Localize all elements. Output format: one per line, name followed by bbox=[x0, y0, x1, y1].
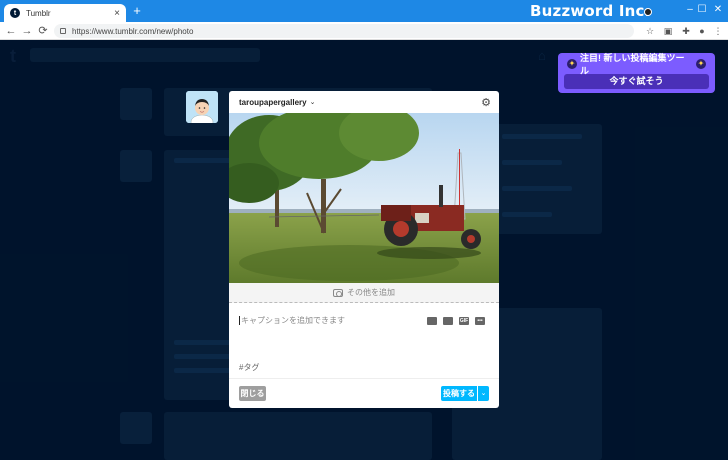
blog-avatar[interactable] bbox=[186, 91, 218, 123]
gear-icon[interactable]: ⚙ bbox=[481, 96, 491, 109]
post-options-chevron-icon[interactable]: ⌄ bbox=[478, 386, 489, 401]
post-button[interactable]: 投稿する bbox=[441, 386, 477, 401]
sparkle-icon: ✦ bbox=[567, 59, 577, 69]
caption-input[interactable]: キャプションを追加できます bbox=[239, 315, 345, 326]
tumblr-favicon-icon: t bbox=[10, 8, 20, 18]
image-icon[interactable] bbox=[427, 317, 437, 325]
camera-icon bbox=[333, 288, 343, 297]
close-window-button[interactable]: ✕ bbox=[708, 3, 728, 17]
add-more-label: その他を追加 bbox=[347, 288, 395, 297]
add-more-media-button[interactable]: その他を追加 bbox=[229, 283, 499, 303]
bookmark-star-icon[interactable]: ☆ bbox=[644, 25, 656, 37]
browser-tab[interactable]: t Tumblr × bbox=[4, 4, 126, 22]
brand-overlay: Buzzword Inc. bbox=[530, 2, 651, 20]
tractor-photo-image bbox=[229, 113, 499, 283]
close-button[interactable]: 閉じる bbox=[239, 386, 266, 401]
lock-icon bbox=[60, 28, 66, 34]
profile-icon[interactable]: ● bbox=[696, 25, 708, 37]
puzzle-icon[interactable]: ✚ bbox=[680, 25, 692, 37]
promo-title-row: ✦ 注目! 新しい投稿編集ツール ✦ bbox=[564, 53, 709, 76]
avatar-illustration-icon bbox=[186, 91, 218, 123]
url-text: https://www.tumblr.com/new/photo bbox=[72, 26, 194, 36]
chevron-down-icon[interactable]: ⌄ bbox=[310, 98, 316, 106]
more-icon[interactable]: ••• bbox=[475, 317, 485, 325]
extension-icon[interactable]: ▣ bbox=[662, 25, 674, 37]
blog-selector[interactable]: taroupapergallery bbox=[239, 98, 307, 107]
browser-toolbar: ← → ⟳ https://www.tumblr.com/new/photo ☆… bbox=[0, 22, 728, 40]
sparkle-icon: ✦ bbox=[696, 59, 707, 69]
text-cursor bbox=[239, 316, 240, 326]
photo-post-composer: taroupapergallery ⌄ ⚙ その他を追加 キャプションを追加でき… bbox=[229, 91, 499, 408]
back-button[interactable]: ← bbox=[4, 24, 18, 38]
record-indicator-icon bbox=[644, 8, 652, 16]
composer-header: taroupapergallery ⌄ ⚙ bbox=[229, 91, 499, 113]
gif-icon[interactable]: GIF bbox=[459, 317, 469, 325]
caption-placeholder: キャプションを追加できます bbox=[241, 316, 345, 325]
browser-menu-icon[interactable]: ⋮ bbox=[712, 25, 724, 37]
forward-button[interactable]: → bbox=[20, 24, 34, 38]
address-bar[interactable]: https://www.tumblr.com/new/photo bbox=[54, 24, 634, 38]
new-tab-button[interactable]: + bbox=[130, 4, 144, 18]
new-editor-promo: ✦ 注目! 新しい投稿編集ツール ✦ 今すぐ試そう bbox=[558, 53, 715, 93]
tab-close-icon[interactable]: × bbox=[114, 8, 120, 19]
uploaded-photo bbox=[229, 113, 499, 283]
video-icon[interactable] bbox=[443, 317, 453, 325]
inline-media-tools: GIF ••• bbox=[427, 317, 485, 325]
tab-title: Tumblr bbox=[26, 8, 51, 18]
composer-footer: 閉じる 投稿する ⌄ bbox=[229, 378, 499, 408]
tags-input[interactable]: #タグ bbox=[239, 362, 259, 373]
browser-titlebar: t Tumblr × + Buzzword Inc. – ☐ ✕ bbox=[0, 0, 728, 22]
reload-button[interactable]: ⟳ bbox=[36, 24, 50, 38]
